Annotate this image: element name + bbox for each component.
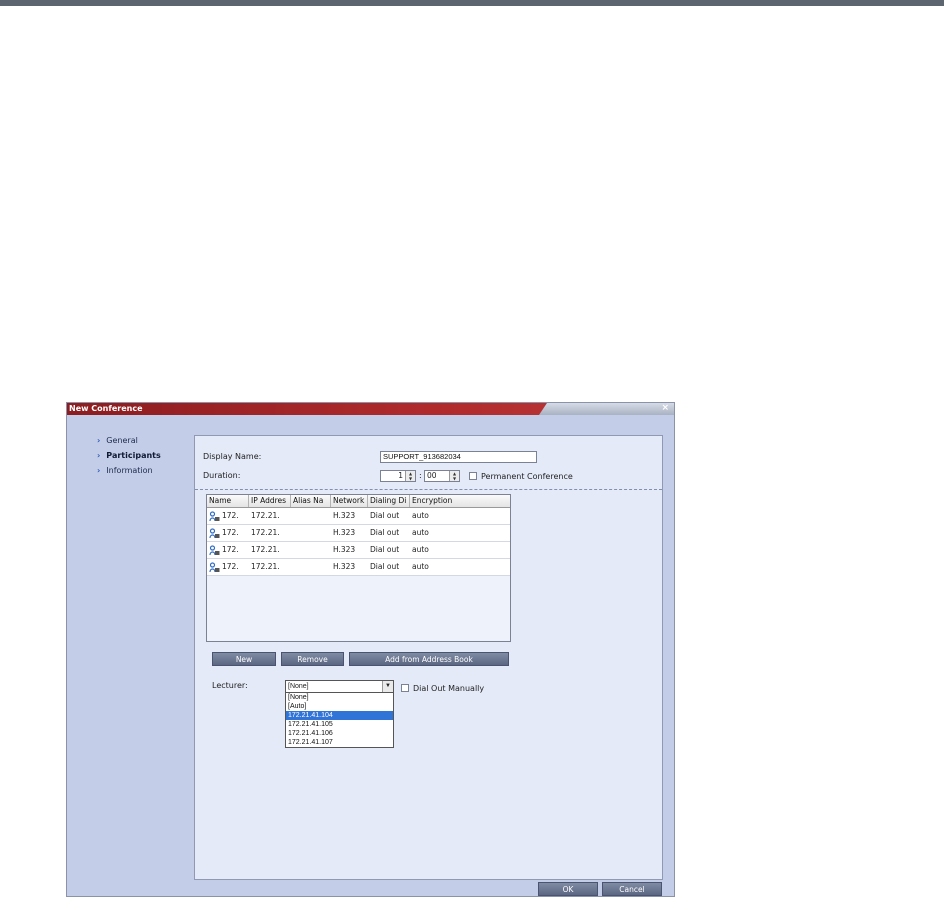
cell-dialing: Dial out [370, 562, 400, 571]
cell-network: H.323 [333, 545, 356, 554]
nav-item-label: Information [106, 466, 153, 475]
permanent-conference-checkbox[interactable] [469, 472, 477, 480]
cell-name: 172. [207, 542, 249, 558]
dropdown-option[interactable]: 172.21.41.107 [286, 738, 393, 747]
table-row[interactable]: 172. 172.21. H.323 Dial out auto [207, 525, 510, 542]
cell-name-text: 172. [222, 562, 239, 571]
cell-dialing: Dial out [370, 545, 400, 554]
column-header-ip-address[interactable]: IP Addres [249, 495, 291, 507]
nav-item-general[interactable]: › General [97, 433, 161, 448]
participants-table: Name IP Addres Alias Na Network Dialing … [206, 494, 511, 642]
lecturer-label: Lecturer: [212, 681, 248, 690]
add-from-address-book-button[interactable]: Add from Address Book [349, 652, 509, 666]
cell-alias [291, 559, 331, 575]
cell-name: 172. [207, 525, 249, 541]
dropdown-option[interactable]: 172.21.41.105 [286, 720, 393, 729]
column-header-encryption[interactable]: Encryption [410, 495, 510, 507]
display-name-input[interactable]: SUPPORT_913682034 [380, 451, 537, 463]
column-header-network[interactable]: Network [331, 495, 368, 507]
new-button[interactable]: New [212, 652, 276, 666]
cell-network: H.323 [333, 562, 356, 571]
cell-encryption: auto [412, 528, 429, 537]
dial-out-manually-label: Dial Out Manually [413, 684, 485, 693]
title-bar: New Conference × [67, 403, 674, 415]
participant-icon [209, 510, 220, 521]
participant-icon [209, 544, 220, 555]
cell-encryption: auto [412, 545, 429, 554]
cell-alias [291, 525, 331, 541]
chevron-right-icon: › [97, 436, 101, 445]
cell-name-text: 172. [222, 528, 239, 537]
duration-label: Duration: [203, 471, 241, 480]
lecturer-dropdown-list: [None] [Auto] 172.21.41.104 172.21.41.10… [285, 692, 394, 748]
divider [195, 489, 662, 490]
nav-item-label: Participants [106, 451, 161, 460]
table-header: Name IP Addres Alias Na Network Dialing … [207, 495, 510, 508]
nav-item-participants[interactable]: › Participants [97, 448, 161, 463]
cell-alias [291, 508, 331, 524]
column-header-name[interactable]: Name [207, 495, 249, 507]
cell-ip: 172.21. [251, 511, 280, 520]
dropdown-option[interactable]: 172.21.41.106 [286, 729, 393, 738]
nav-item-information[interactable]: › Information [97, 463, 161, 478]
cell-ip: 172.21. [251, 528, 280, 537]
dial-out-manually-checkbox[interactable] [401, 684, 409, 692]
table-row[interactable]: 172. 172.21. H.323 Dial out auto [207, 559, 510, 576]
dropdown-option[interactable]: [None] [286, 693, 393, 702]
chevron-right-icon: › [97, 466, 101, 475]
close-icon[interactable]: × [661, 403, 669, 413]
dialog-title: New Conference [69, 404, 143, 413]
participant-icon [209, 527, 220, 538]
duration-minutes-stepper[interactable]: 00 ▲ ▼ [424, 470, 460, 482]
dropdown-option[interactable]: [Auto] [286, 702, 393, 711]
table-row[interactable]: 172. 172.21. H.323 Dial out auto [207, 508, 510, 525]
chevron-right-icon: › [97, 451, 101, 460]
cell-encryption: auto [412, 562, 429, 571]
cell-dialing: Dial out [370, 528, 400, 537]
display-name-label: Display Name: [203, 452, 262, 461]
cell-alias [291, 542, 331, 558]
ok-button[interactable]: OK [538, 882, 598, 896]
cell-name-text: 172. [222, 545, 239, 554]
duration-minutes-value: 00 [427, 471, 437, 480]
new-conference-dialog: New Conference × › General › Participant… [66, 402, 675, 897]
column-header-alias-name[interactable]: Alias Na [291, 495, 331, 507]
duration-hours-stepper[interactable]: 1 ▲ ▼ [380, 470, 416, 482]
cell-ip: 172.21. [251, 545, 280, 554]
cell-name-text: 172. [222, 511, 239, 520]
duration-separator: : [419, 471, 422, 480]
cell-dialing: Dial out [370, 511, 400, 520]
participants-panel: Display Name: SUPPORT_913682034 Duration… [194, 435, 663, 880]
cell-name: 172. [207, 508, 249, 524]
dropdown-option-highlighted[interactable]: 172.21.41.104 [286, 711, 393, 720]
top-rule [0, 0, 944, 6]
permanent-conference-label: Permanent Conference [481, 472, 573, 481]
side-nav: › General › Participants › Information [97, 433, 161, 478]
spinner-arrows-icon[interactable]: ▲ ▼ [405, 471, 415, 481]
title-bar-decoration [539, 403, 674, 415]
cell-network: H.323 [333, 511, 356, 520]
nav-item-label: General [106, 436, 138, 445]
column-header-dialing-direction[interactable]: Dialing Di [368, 495, 410, 507]
duration-hours-value: 1 [398, 471, 403, 480]
lecturer-selected-value: [None] [288, 683, 309, 690]
cell-name: 172. [207, 559, 249, 575]
chevron-down-icon[interactable]: ▼ [382, 681, 393, 692]
table-row[interactable]: 172. 172.21. H.323 Dial out auto [207, 542, 510, 559]
cell-encryption: auto [412, 511, 429, 520]
spinner-arrows-icon[interactable]: ▲ ▼ [449, 471, 459, 481]
participant-icon [209, 561, 220, 572]
cell-ip: 172.21. [251, 562, 280, 571]
cell-network: H.323 [333, 528, 356, 537]
cancel-button[interactable]: Cancel [602, 882, 662, 896]
remove-button[interactable]: Remove [281, 652, 344, 666]
